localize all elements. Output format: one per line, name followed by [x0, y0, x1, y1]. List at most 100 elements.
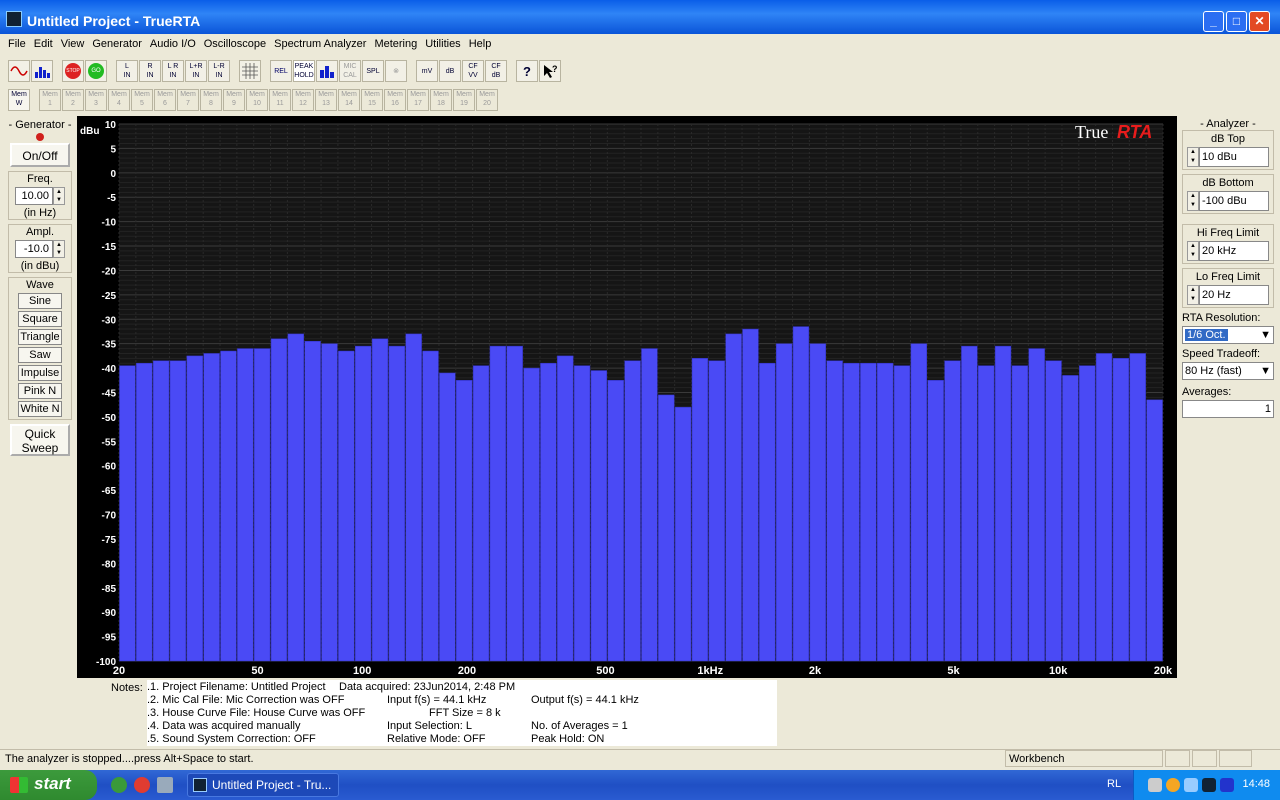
network-icon[interactable] — [1148, 778, 1162, 792]
input-right-button[interactable]: R IN — [139, 60, 161, 82]
spectrum-bar — [927, 380, 944, 662]
app-icon — [193, 778, 207, 792]
help-button[interactable]: ? — [516, 60, 538, 82]
memory-slot-button[interactable]: Mem 9 — [223, 89, 245, 111]
menu-item-audio-i-o[interactable]: Audio I/O — [142, 34, 196, 50]
input-stereo-button[interactable]: L R IN — [162, 60, 184, 82]
peak-hold-button[interactable]: PEAK HOLD — [293, 60, 315, 82]
menu-item-view[interactable]: View — [53, 34, 85, 50]
spectrum-bar — [674, 406, 692, 662]
volume-icon[interactable] — [1184, 778, 1198, 792]
taskbar-window-button[interactable]: Untitled Project - Tru... — [187, 773, 339, 797]
rta-resolution-label: RTA Resolution: — [1182, 312, 1261, 324]
oscilloscope-icon[interactable] — [8, 60, 30, 82]
wave-impulse-button[interactable]: Impulse — [18, 365, 62, 381]
wave-triangle-button[interactable]: Triangle — [18, 329, 62, 345]
clear-icon[interactable]: ⊗ — [385, 60, 407, 82]
speed-tradeoff-select[interactable]: 80 Hz (fast) ▼ — [1182, 362, 1274, 380]
wave-square-button[interactable]: Square — [18, 311, 62, 327]
language-indicator[interactable]: RL — [1107, 778, 1121, 790]
memory-slot-button[interactable]: Mem 16 — [384, 89, 406, 111]
averages-field[interactable]: 1 — [1182, 400, 1274, 418]
tray-app-icon[interactable] — [1166, 778, 1180, 792]
crest-factor-db-button[interactable]: CF dB — [485, 60, 507, 82]
memory-slot-button[interactable]: Mem 10 — [246, 89, 268, 111]
wave-white-n-button[interactable]: White N — [18, 401, 62, 417]
memory-slot-button[interactable]: Mem 6 — [154, 89, 176, 111]
memory-slot-button[interactable]: Mem 15 — [361, 89, 383, 111]
wave-pink-n-button[interactable]: Pink N — [18, 383, 62, 399]
menu-item-file[interactable]: File — [0, 34, 26, 50]
memory-slot-button[interactable]: Mem 5 — [131, 89, 153, 111]
hi-freq-stepper[interactable]: ▲ ▼ — [1187, 241, 1199, 261]
memory-slot-button[interactable]: Mem 8 — [200, 89, 222, 111]
memory-slot-button[interactable]: Mem 13 — [315, 89, 337, 111]
mic-cal-button[interactable]: MIC CAL — [339, 60, 361, 82]
spl-button[interactable]: SPL — [362, 60, 384, 82]
decibel-button[interactable]: dB — [439, 60, 461, 82]
spectrum-bar — [136, 362, 153, 662]
context-help-icon[interactable]: ? — [539, 60, 561, 82]
memory-slot-button[interactable]: Mem 20 — [476, 89, 498, 111]
memory-slot-button[interactable]: Mem 19 — [453, 89, 475, 111]
tray-app-icon[interactable] — [1220, 778, 1234, 792]
grid-icon[interactable] — [239, 60, 261, 82]
freq-stepper[interactable]: ▲ ▼ — [53, 187, 65, 205]
millivolt-button[interactable]: mV — [416, 60, 438, 82]
bars-icon[interactable] — [316, 60, 338, 82]
tray-app-icon[interactable] — [1202, 778, 1216, 792]
input-diff-button[interactable]: L-R IN — [208, 60, 230, 82]
lo-freq-field[interactable]: 20 Hz — [1199, 285, 1269, 305]
memory-slot-button[interactable]: Mem 14 — [338, 89, 360, 111]
quick-sweep-button[interactable]: Quick Sweep — [10, 424, 70, 456]
stop-button[interactable]: STOP — [62, 60, 84, 82]
hi-freq-field[interactable]: 20 kHz — [1199, 241, 1269, 261]
memory-write-button[interactable]: Mem W — [8, 89, 30, 111]
wave-saw-button[interactable]: Saw — [18, 347, 62, 363]
chrome-icon[interactable] — [134, 777, 150, 793]
spectrum-bar — [169, 360, 187, 662]
menu-item-spectrum-analyzer[interactable]: Spectrum Analyzer — [266, 34, 366, 50]
start-button[interactable]: start — [0, 770, 97, 800]
generator-onoff-button[interactable]: On/Off — [10, 143, 70, 167]
menu-item-metering[interactable]: Metering — [366, 34, 417, 50]
menu-item-help[interactable]: Help — [461, 34, 492, 50]
minimize-button[interactable]: _ — [1203, 11, 1224, 32]
lo-freq-stepper[interactable]: ▲ ▼ — [1187, 285, 1199, 305]
crest-factor-vv-button[interactable]: CF VV — [462, 60, 484, 82]
memory-slot-button[interactable]: Mem 4 — [108, 89, 130, 111]
db-top-stepper[interactable]: ▲ ▼ — [1187, 147, 1199, 167]
menu-item-utilities[interactable]: Utilities — [417, 34, 460, 50]
freq-field[interactable]: 10.00 — [15, 187, 53, 205]
relative-button[interactable]: REL — [270, 60, 292, 82]
menu-item-oscilloscope[interactable]: Oscilloscope — [196, 34, 266, 50]
db-bottom-stepper[interactable]: ▲ ▼ — [1187, 191, 1199, 211]
menu-item-generator[interactable]: Generator — [84, 34, 142, 50]
rta-resolution-select[interactable]: 1/6 Oct. ▼ — [1182, 326, 1274, 344]
ampl-field[interactable]: -10.0 — [15, 240, 53, 258]
input-sum-button[interactable]: L+R IN — [185, 60, 207, 82]
explorer-icon[interactable] — [157, 777, 173, 793]
memory-slot-button[interactable]: Mem 18 — [430, 89, 452, 111]
menu-item-edit[interactable]: Edit — [26, 34, 53, 50]
db-bottom-field[interactable]: -100 dBu — [1199, 191, 1269, 211]
ampl-stepper[interactable]: ▲ ▼ — [53, 240, 65, 258]
close-button[interactable]: ✕ — [1249, 11, 1270, 32]
maximize-button[interactable]: □ — [1226, 11, 1247, 32]
memory-slot-button[interactable]: Mem 3 — [85, 89, 107, 111]
spectrum-icon[interactable] — [31, 60, 53, 82]
notes-acquired: Data acquired: 23Jun2014, 2:48 PM — [339, 681, 516, 693]
memory-slot-button[interactable]: Mem 2 — [62, 89, 84, 111]
quicklaunch-icon[interactable] — [111, 777, 127, 793]
input-left-button[interactable]: L IN — [116, 60, 138, 82]
memory-slot-button[interactable]: Mem 7 — [177, 89, 199, 111]
wave-sine-button[interactable]: Sine — [18, 293, 62, 309]
memory-slot-button[interactable]: Mem 11 — [269, 89, 291, 111]
memory-slot-button[interactable]: Mem 17 — [407, 89, 429, 111]
memory-slot-button[interactable]: Mem 1 — [39, 89, 61, 111]
go-button[interactable]: GO — [85, 60, 107, 82]
db-top-field[interactable]: 10 dBu — [1199, 147, 1269, 167]
notes-line: .5. Sound System Correction: OFF — [147, 733, 316, 745]
main-toolbar: STOP GO L IN R IN L R IN L+R IN L-R IN REL PE… — [8, 59, 561, 83]
memory-slot-button[interactable]: Mem 12 — [292, 89, 314, 111]
